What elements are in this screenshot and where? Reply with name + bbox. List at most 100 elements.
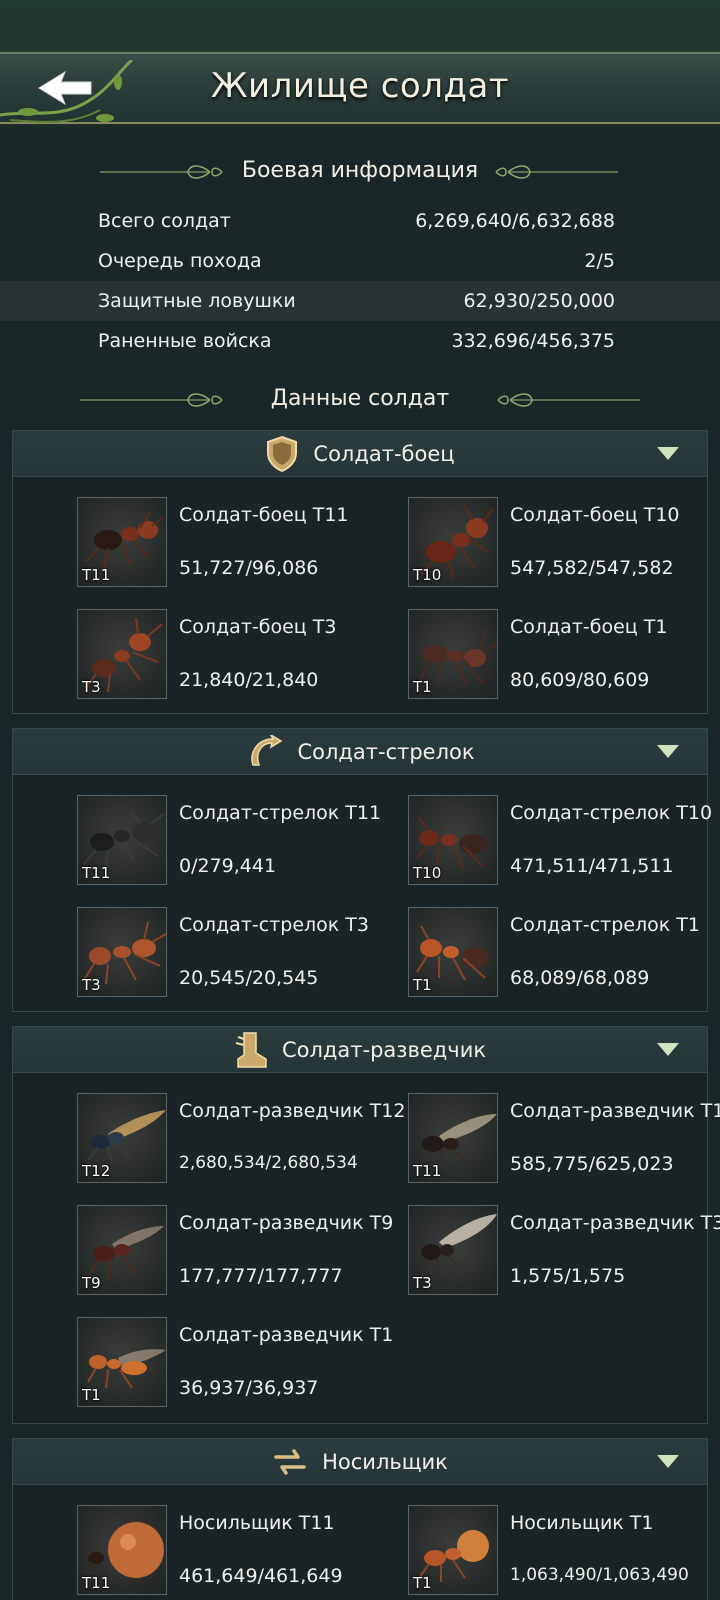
ant-portrait: T3 <box>77 907 167 997</box>
info-label: Всего солдат <box>98 210 231 232</box>
group-header-carrier[interactable]: Носильщик <box>13 1439 707 1485</box>
tier-badge: T11 <box>82 864 111 882</box>
bow-icon <box>251 735 283 766</box>
unit-name: Солдат-боец T10 <box>510 504 680 526</box>
collapse-caret-icon[interactable] <box>657 1455 679 1468</box>
ant-portrait: T10 <box>408 795 498 885</box>
tier-badge: T1 <box>413 678 432 696</box>
unit-count: 80,609/80,609 <box>510 669 650 691</box>
unit-card[interactable]: T1 Носильщик T1 1,063,490/1,063,490 <box>408 1505 720 1597</box>
ant-portrait: T9 <box>77 1205 167 1295</box>
unit-name: Солдат-стрелок T1 <box>510 914 700 936</box>
unit-card[interactable]: T3 Солдат-стрелок T3 20,545/20,545 <box>77 907 407 999</box>
unit-card[interactable]: T12 Солдат-разведчик T12 2,680,534/2,680… <box>77 1093 407 1185</box>
unit-count: 21,840/21,840 <box>179 669 319 691</box>
ant-portrait: T1 <box>408 1505 498 1595</box>
info-row-wounded: Раненные войска 332,696/456,375 <box>0 321 720 361</box>
ornament-left-icon <box>100 165 223 179</box>
unit-count: 2,680,534/2,680,534 <box>179 1153 358 1173</box>
info-row-march-queue: Очередь похода 2/5 <box>0 241 720 281</box>
tier-badge: T11 <box>82 1574 111 1592</box>
ant-portrait: T11 <box>77 795 167 885</box>
ornament-right-icon <box>495 165 618 179</box>
info-value: 6,269,640/6,632,688 <box>415 210 615 232</box>
group-title: Солдат-разведчик <box>281 1038 487 1062</box>
unit-count: 20,545/20,545 <box>179 967 319 989</box>
info-label: Защитные ловушки <box>98 290 296 312</box>
unit-card[interactable]: T11 Солдат-боец T11 51,727/96,086 <box>77 497 407 589</box>
collapse-caret-icon[interactable] <box>657 447 679 460</box>
ant-portrait: T11 <box>77 1505 167 1595</box>
unit-name: Солдат-боец T1 <box>510 616 668 638</box>
unit-name: Солдат-стрелок T3 <box>179 914 369 936</box>
unit-count: 51,727/96,086 <box>179 557 319 579</box>
tier-badge: T1 <box>413 976 432 994</box>
boot-icon <box>235 1032 267 1068</box>
unit-card[interactable]: T3 Солдат-боец T3 21,840/21,840 <box>77 609 407 701</box>
unit-name: Солдат-боец T11 <box>179 504 349 526</box>
unit-count: 1,063,490/1,063,490 <box>510 1565 689 1585</box>
info-row-defense-traps: Защитные ловушки 62,930/250,000 <box>0 281 720 321</box>
unit-name: Носильщик T1 <box>510 1512 654 1534</box>
tier-badge: T3 <box>413 1274 432 1292</box>
group-carrier: Носильщик T11 Носильщик T11 461,649/461,… <box>12 1438 708 1600</box>
tier-badge: T1 <box>82 1386 101 1404</box>
tier-badge: T11 <box>413 1162 442 1180</box>
collapse-caret-icon[interactable] <box>657 745 679 758</box>
info-value: 62,930/250,000 <box>463 290 615 312</box>
ornament-left-icon <box>80 393 223 407</box>
ant-portrait: T11 <box>77 497 167 587</box>
group-fighter: Солдат-боец T11 Солдат-боец T11 51,727/9… <box>12 430 708 714</box>
ant-portrait: T12 <box>77 1093 167 1183</box>
tier-badge: T10 <box>413 566 442 584</box>
group-scout: Солдат-разведчик T12 Солдат-разведчик T1… <box>12 1026 720 1424</box>
unit-count: 177,777/177,777 <box>179 1265 343 1287</box>
ant-portrait: T3 <box>408 1205 498 1295</box>
page-title: Жилище солдат <box>210 66 510 106</box>
tier-badge: T3 <box>82 678 101 696</box>
group-header-fighter[interactable]: Солдат-боец <box>13 431 707 477</box>
tier-badge: T11 <box>82 566 111 584</box>
info-row-total-soldiers: Всего солдат 6,269,640/6,632,688 <box>0 201 720 241</box>
info-value: 2/5 <box>584 250 615 272</box>
ant-portrait: T11 <box>408 1093 498 1183</box>
info-label: Раненные войска <box>98 330 272 352</box>
unit-card[interactable]: T3 Солдат-разведчик T3 1,575/1,575 <box>408 1205 720 1297</box>
group-shooter: Солдат-стрелок T11 Солдат-стрелок T11 0/… <box>12 728 712 1012</box>
group-title: Солдат-стрелок <box>297 740 475 764</box>
unit-count: 36,937/36,937 <box>179 1377 319 1399</box>
collapse-caret-icon[interactable] <box>657 1043 679 1056</box>
unit-card[interactable]: T10 Солдат-стрелок T10 471,511/471,511 <box>408 795 720 887</box>
unit-card[interactable]: T11 Солдат-разведчик T11 585,775/625,023 <box>408 1093 720 1185</box>
unit-card[interactable]: T11 Носильщик T11 461,649/461,649 <box>77 1505 407 1597</box>
unit-count: 1,575/1,575 <box>510 1265 626 1287</box>
ant-portrait: T1 <box>408 609 498 699</box>
top-bar: Жилище солдат <box>0 0 720 128</box>
unit-card[interactable]: T1 Солдат-разведчик T1 36,937/36,937 <box>77 1317 407 1409</box>
group-header-scout[interactable]: Солдат-разведчик <box>13 1027 707 1073</box>
ant-portrait: T1 <box>408 907 498 997</box>
unit-name: Солдат-разведчик T1 <box>179 1324 394 1346</box>
unit-name: Солдат-разведчик T12 <box>179 1100 406 1122</box>
unit-name: Солдат-стрелок T10 <box>510 802 713 824</box>
shield-icon <box>267 435 298 473</box>
unit-card[interactable]: T10 Солдат-боец T10 547,582/547,582 <box>408 497 720 589</box>
unit-count: 471,511/471,511 <box>510 855 674 877</box>
tier-badge: T10 <box>413 864 442 882</box>
group-header-shooter[interactable]: Солдат-стрелок <box>13 729 707 775</box>
battle-info-heading-text: Боевая информация <box>241 158 479 183</box>
ant-portrait: T3 <box>77 609 167 699</box>
unit-name: Солдат-боец T3 <box>179 616 337 638</box>
swap-arrows-icon <box>274 1449 306 1475</box>
ant-portrait: T10 <box>408 497 498 587</box>
unit-card[interactable]: T9 Солдат-разведчик T9 177,777/177,777 <box>77 1205 407 1297</box>
unit-count: 461,649/461,649 <box>179 1565 343 1587</box>
group-title: Носильщик <box>322 1450 448 1474</box>
unit-card[interactable]: T1 Солдат-стрелок T1 68,089/68,089 <box>408 907 720 999</box>
info-label: Очередь похода <box>98 250 262 272</box>
unit-count: 547,582/547,582 <box>510 557 674 579</box>
unit-count: 585,775/625,023 <box>510 1153 674 1175</box>
unit-card[interactable]: T1 Солдат-боец T1 80,609/80,609 <box>408 609 720 701</box>
tier-badge: T1 <box>413 1574 432 1592</box>
unit-card[interactable]: T11 Солдат-стрелок T11 0/279,441 <box>77 795 407 887</box>
